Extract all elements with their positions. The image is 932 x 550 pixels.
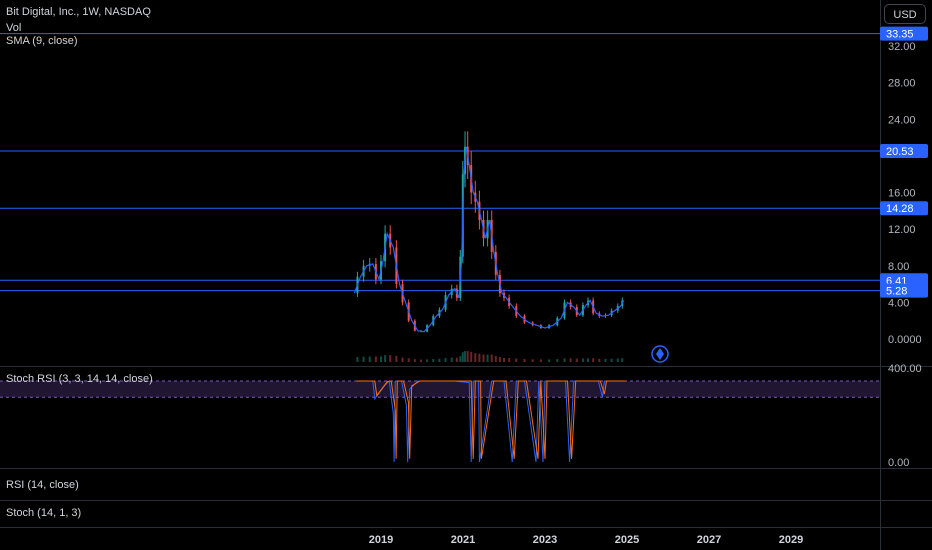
volume-bar [461,352,464,362]
volume-bar [515,358,518,362]
volume-bar [356,357,359,362]
volume-bar [368,356,371,362]
rsi-legend[interactable]: RSI (14, close) [6,479,79,491]
volume-bar [581,358,584,362]
x-tick-label: 2025 [615,534,639,546]
volume-bar [395,355,398,362]
volume-bar [438,358,441,362]
volume-bar [508,358,511,362]
volume-bar [556,359,559,362]
volume-bar [610,358,613,362]
stoch-legend[interactable]: Stoch (14, 1, 3) [6,507,81,519]
x-tick-label: 2019 [369,534,393,546]
volume-bar [407,358,410,362]
price-tag-label: 33.35 [886,29,914,41]
target-icon [656,348,664,360]
x-tick-label: 2021 [451,534,475,546]
price-tag-label: 14.28 [886,203,914,215]
y-tick-label: 32.00 [888,41,916,53]
volume-bar [444,357,447,362]
x-tick-label: 2029 [779,534,803,546]
stoch-rsi-tick-label: 0.00 [888,457,909,469]
symbol-title[interactable]: Bit Digital, Inc., 1W, NASDAQ [6,6,151,18]
volume-bar [548,359,551,362]
volume-bar [486,354,489,362]
volume-bar [490,354,493,362]
volume-bar [380,356,382,362]
volume-bar [563,358,566,362]
volume-bar [598,358,601,362]
volume-bar [466,351,469,362]
volume-bar [621,358,624,362]
volume-bar [384,355,387,362]
volume-bar [482,354,485,362]
y-tick-label: 16.00 [888,188,916,200]
y-tick-label: 24.00 [888,114,916,126]
x-tick-label: 2023 [533,534,557,546]
sma-legend[interactable]: SMA (9, close) [6,35,78,47]
volume-bar [426,359,429,362]
volume-bar [575,358,578,362]
volume-bar [432,358,435,362]
volume-bar [604,358,607,362]
volume-bar [474,353,477,362]
stoch-rsi-tick-label: 400.00 [888,363,922,375]
volume-bar [450,357,453,362]
volume-legend[interactable]: Vol [6,22,21,34]
volume-bar [401,357,404,362]
y-tick-label: 4.00 [888,297,909,309]
volume-bar [523,358,526,362]
volume-bar [389,355,392,362]
stoch-rsi-legend[interactable]: Stoch RSI (3, 3, 14, 14, close) [6,373,153,385]
volume-bar [539,359,542,362]
volume-bar [531,359,534,362]
volume-bar [616,358,619,362]
y-tick-label: 8.00 [888,261,909,273]
price-chart[interactable]: 32.0028.0024.0016.0012.008.004.000.0000 … [0,0,932,550]
volume-bar [592,358,595,362]
volume-bar [464,351,467,362]
currency-button[interactable]: USD [884,4,926,24]
volume-bar [478,353,481,362]
volume-bar [459,356,462,362]
volume-bar [587,358,590,362]
price-tag-label: 5.28 [886,286,907,298]
volume-bar [503,357,505,362]
volume-bar [494,355,497,362]
volume-bar [498,357,501,362]
y-tick-label: 0.0000 [888,334,922,346]
volume-bar [455,357,458,362]
y-tick-label: 12.00 [888,224,916,236]
volume-bar [374,356,377,362]
volume-bar [470,351,473,362]
volume-bar [413,359,416,362]
volume-bar [569,358,572,362]
x-tick-label: 2027 [697,534,721,546]
volume-bar [362,356,365,362]
scroll-to-realtime-button[interactable] [651,345,669,363]
price-tag-label: 20.53 [886,146,914,158]
y-tick-label: 28.00 [888,78,916,90]
volume-bar [419,359,422,362]
